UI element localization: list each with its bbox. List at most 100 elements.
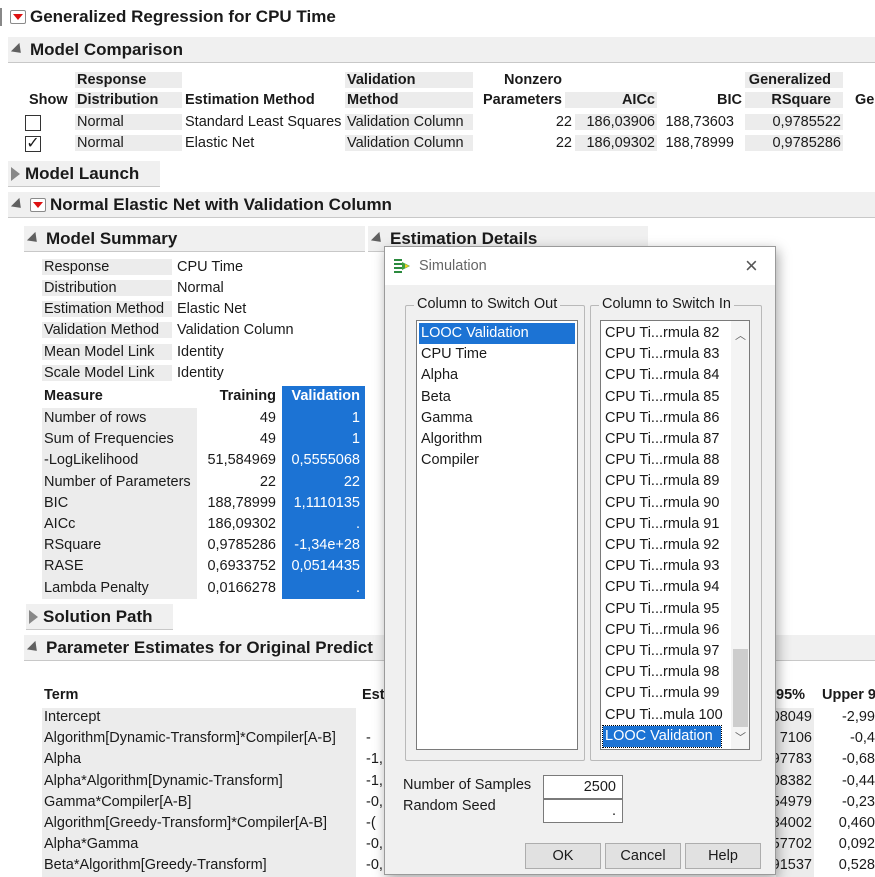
param-upper: -2,99: [841, 709, 875, 725]
switch-out-item[interactable]: Alpha: [419, 365, 575, 386]
info-key: Estimation Method: [42, 301, 172, 317]
col-header-aicc[interactable]: AICc: [565, 92, 657, 108]
col-header-show[interactable]: Show: [29, 92, 68, 108]
col-header-bic[interactable]: BIC: [660, 92, 742, 108]
dialog-title-bar[interactable]: Simulation ×: [385, 247, 775, 285]
switch-out-item[interactable]: LOOC Validation: [419, 323, 575, 344]
measure-name: -LogLikelihood: [44, 452, 139, 469]
switch-in-item[interactable]: CPU Ti...rmula 95: [603, 599, 721, 620]
disclosure-closed-icon[interactable]: [29, 609, 38, 624]
outline-collapse-icon[interactable]: [0, 8, 4, 26]
training-header[interactable]: Training: [200, 388, 276, 404]
scrollbar-thumb[interactable]: [733, 649, 748, 727]
num-samples-input[interactable]: 2500: [543, 775, 623, 799]
switch-in-item[interactable]: CPU Ti...rmula 94: [603, 577, 721, 598]
switch-in-item[interactable]: CPU Ti...rmula 96: [603, 620, 721, 641]
measure-name: AICc: [44, 516, 76, 532]
param-upper: 0,460: [838, 815, 875, 831]
term-header[interactable]: Term: [44, 687, 78, 703]
lower-header[interactable]: 95%: [776, 687, 805, 703]
dist-cell: Normal: [75, 135, 182, 151]
cancel-button[interactable]: Cancel: [605, 843, 681, 869]
info-value: Normal: [177, 280, 224, 296]
col-header-estimation[interactable]: Estimation Method: [185, 92, 315, 108]
param-term: Algorithm[Dynamic-Transform]*Compiler[A-…: [44, 730, 336, 747]
switch-in-item[interactable]: CPU Ti...rmula 88: [603, 450, 721, 471]
col-header-response-1[interactable]: Response: [75, 72, 182, 88]
switch-in-item[interactable]: CPU Ti...rmula 83: [603, 344, 721, 365]
red-triangle-menu-icon[interactable]: [30, 197, 46, 212]
help-button[interactable]: Help: [685, 843, 761, 869]
show-checkbox-row-1[interactable]: [25, 115, 41, 131]
upper-header[interactable]: Upper 9: [822, 687, 875, 703]
param-term: Beta*Algorithm[Greedy-Transform]: [44, 857, 267, 874]
info-key: Scale Model Link: [42, 365, 172, 381]
validation-header[interactable]: Validation: [284, 388, 361, 404]
validation-value: .: [355, 579, 360, 596]
switch-in-item[interactable]: CPU Ti...rmula 93: [603, 556, 721, 577]
switch-in-item[interactable]: CPU Ti...mula 100: [603, 705, 723, 726]
switch-in-item[interactable]: CPU Ti...rmula 97: [603, 641, 721, 662]
red-triangle-menu-icon[interactable]: [10, 10, 26, 24]
switch-out-item[interactable]: Gamma: [419, 408, 575, 429]
elastic-net-title: Normal Elastic Net with Validation Colum…: [50, 194, 392, 214]
switch-in-item[interactable]: CPU Ti...rmula 89: [603, 471, 721, 492]
info-value: CPU Time: [177, 259, 244, 275]
col-header-ge[interactable]: Ge: [855, 92, 874, 108]
switch-in-item[interactable]: CPU Ti...rmula 85: [603, 387, 721, 408]
model-summary-header[interactable]: Model Summary: [24, 226, 365, 252]
disclosure-closed-icon[interactable]: [11, 166, 20, 181]
switch-in-item[interactable]: CPU Ti...rmula 87: [603, 429, 721, 450]
switch-out-list[interactable]: LOOC Validation CPU Time Alpha Beta Gamma Alg…: [416, 320, 578, 750]
switch-out-item[interactable]: Algorithm: [419, 429, 575, 450]
ok-button[interactable]: OK: [525, 843, 601, 869]
col-header-rsquare-2[interactable]: RSquare: [745, 92, 843, 108]
measure-header[interactable]: Measure: [44, 388, 103, 404]
switch-in-item[interactable]: CPU Ti...rmula 91: [603, 514, 721, 535]
switch-in-item[interactable]: CPU Ti...rmula 99: [603, 683, 721, 704]
show-checkbox-row-2[interactable]: ✓: [25, 136, 41, 152]
switch-in-item[interactable]: CPU Ti...rmula 90: [603, 493, 721, 514]
param-estimate: -1,: [366, 772, 383, 789]
disclosure-open-icon[interactable]: [10, 197, 26, 212]
switch-in-item[interactable]: CPU Ti...rmula 84: [603, 365, 721, 386]
aicc-cell: 186,03906: [575, 114, 657, 130]
param-lower: 57702: [771, 836, 812, 853]
col-header-rsquare-1[interactable]: Generalized: [745, 72, 843, 88]
info-value: Validation Column: [177, 322, 294, 338]
estimate-header[interactable]: Est: [362, 687, 385, 703]
disclosure-open-icon[interactable]: [10, 42, 26, 57]
info-key: Validation Method: [42, 322, 172, 338]
switch-in-item[interactable]: CPU Ti...rmula 82: [603, 323, 721, 344]
col-header-validation-2[interactable]: Method: [345, 92, 473, 108]
simulation-app-icon: [394, 259, 410, 273]
random-seed-input[interactable]: .: [543, 799, 623, 823]
validation-cell: Validation Column: [345, 135, 473, 151]
switch-in-item[interactable]: CPU Ti...rmula 86: [603, 408, 721, 429]
col-header-nonzero-2[interactable]: Parameters: [476, 92, 562, 108]
scroll-down-icon[interactable]: ﹀: [735, 729, 746, 745]
model-comparison-header[interactable]: Model Comparison: [8, 37, 875, 63]
switch-out-item[interactable]: Compiler: [419, 450, 575, 471]
switch-in-item[interactable]: LOOC Validation: [602, 724, 722, 748]
solution-path-header[interactable]: Solution Path: [26, 604, 173, 630]
solution-path-title: Solution Path: [43, 606, 153, 626]
close-icon[interactable]: ×: [745, 253, 758, 279]
disclosure-open-icon[interactable]: [26, 640, 42, 655]
col-header-validation-1[interactable]: Validation: [345, 72, 473, 88]
disclosure-open-icon[interactable]: [370, 231, 386, 246]
switch-out-item[interactable]: CPU Time: [419, 344, 575, 365]
scroll-up-icon[interactable]: ︿: [735, 327, 746, 343]
switch-in-item[interactable]: CPU Ti...rmula 92: [603, 535, 721, 556]
col-header-nonzero-1[interactable]: Nonzero: [476, 72, 562, 88]
col-header-response-2[interactable]: Distribution: [75, 92, 182, 108]
param-estimate: -0,: [366, 793, 383, 810]
param-term: Intercept: [44, 709, 101, 725]
elastic-net-header[interactable]: Normal Elastic Net with Validation Colum…: [8, 192, 875, 218]
switch-in-item[interactable]: CPU Ti...rmula 98: [603, 662, 721, 683]
model-launch-header[interactable]: Model Launch: [8, 161, 160, 187]
disclosure-open-icon[interactable]: [26, 231, 42, 246]
switch-out-item[interactable]: Beta: [419, 387, 575, 408]
rsq-cell: 0,9785522: [745, 114, 843, 130]
switch-in-list[interactable]: CPU Ti...rmula 82 CPU Ti...rmula 83 CPU Ti…: [600, 320, 750, 750]
